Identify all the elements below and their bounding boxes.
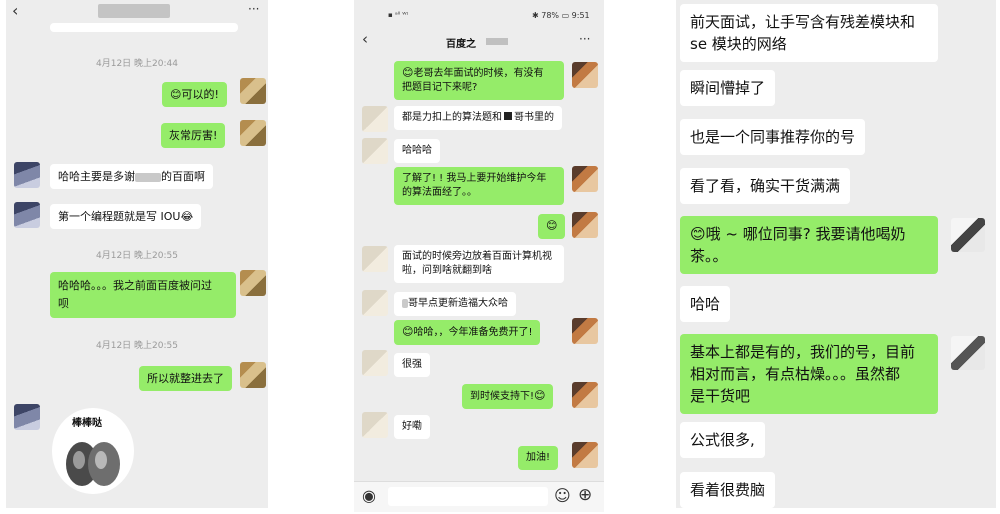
message-bubble: 第一个编程题就是写 IOU😂 — [50, 204, 202, 229]
avatar-contact[interactable] — [362, 246, 388, 272]
avatar-contact[interactable] — [14, 202, 40, 228]
message-bubble: 哈哈哈。。。我之前面百度被问过呗 — [50, 272, 236, 318]
avatar-self[interactable] — [240, 362, 266, 388]
timestamp: 4月12日 晚上20:44 — [96, 59, 178, 69]
avatar-contact[interactable] — [362, 138, 388, 164]
chat-header: ‹ ··· — [6, 0, 268, 22]
message-bubble: 基本上都是有的，我们的号，目前 相对而言，有点枯燥。。。虽然都 是干货吧 — [680, 334, 938, 414]
avatar-self[interactable] — [572, 212, 598, 238]
avatar-self[interactable] — [572, 382, 598, 408]
message-bubble: 哈哈哈 — [394, 139, 440, 163]
message-bubble: 哈哈 — [680, 286, 731, 322]
avatar-self[interactable] — [572, 318, 598, 344]
chat-screenshot-1: ‹ ··· 4月12日 晚上20:44 😊可以的! 灰常厉害! 哈哈主要是多谢的… — [6, 0, 268, 508]
chat-title-blurred — [98, 4, 170, 18]
avatar-contact[interactable] — [14, 404, 40, 430]
emoji-face-icon: 😊 — [402, 325, 414, 338]
timestamp: 4月12日 晚上20:55 — [96, 251, 178, 261]
message-bubble: 看了看，确实干货满满 — [680, 168, 851, 204]
avatar-self[interactable] — [240, 270, 266, 296]
avatar-contact[interactable] — [362, 290, 388, 316]
message-bubble: 公式很多, — [680, 422, 765, 458]
message-bubble: 好嘞 — [394, 415, 430, 439]
more-options-icon[interactable]: ··· — [579, 32, 590, 46]
avatar-contact[interactable] — [362, 106, 388, 132]
message-bubble: 看着很费脑 — [680, 472, 776, 508]
message-bubble: 也是一个同事推荐你的号 — [680, 119, 866, 155]
emoji-laugh-icon: 😂 — [180, 210, 194, 223]
voice-input-icon[interactable]: ◉ — [362, 486, 376, 505]
avatar-contact[interactable] — [362, 350, 388, 376]
emoji-face-icon: 😊 — [690, 225, 706, 243]
status-battery-time: ✱ 78% ▭ 9:51 — [532, 11, 590, 20]
message-bubble: 所以就整进去了 — [139, 366, 232, 391]
avatar-self[interactable] — [572, 442, 598, 468]
clipped-message — [50, 23, 238, 32]
avatar-self[interactable] — [240, 78, 266, 104]
message-bubble: 前天面试，让手写含有残差模块和 se 模块的网络 — [680, 4, 938, 62]
avatar-self[interactable] — [951, 218, 985, 252]
add-attachment-icon[interactable]: ⊕ — [578, 485, 592, 505]
avatar-self[interactable] — [572, 166, 598, 192]
avatar-contact[interactable] — [362, 412, 388, 438]
message-bubble: 到时候支持下!😊 — [462, 384, 554, 409]
message-input[interactable] — [388, 487, 548, 506]
emoji-face-icon: 😊 — [170, 88, 182, 101]
sticker-image[interactable]: 棒棒哒 — [52, 408, 134, 494]
timestamp: 4月12日 晚上20:55 — [96, 341, 178, 351]
emoji-face-icon: 😊 — [402, 66, 414, 79]
chat-header: ▪ ᵃˡˡ ᵂᶦ ✱ 78% ▭ 9:51 ‹ 百度之 ··· — [354, 0, 604, 56]
message-bubble: 😊可以的! — [162, 82, 227, 107]
input-bar: ◉ ☺ ⊕ — [354, 481, 604, 512]
avatar-self[interactable] — [572, 62, 598, 88]
redacted-text — [504, 112, 512, 120]
message-bubble: 哈哈主要是多谢 的百面啊 — [50, 164, 213, 189]
chat-screenshot-3: 前天面试，让手写含有残差模块和 se 模块的网络 瞬间懵掉了 也是一个同事推荐你的… — [676, 0, 996, 508]
message-bubble: 很强 — [394, 353, 430, 377]
thumbs-up-hands-icon — [66, 442, 120, 486]
back-arrow-icon[interactable]: ‹ — [362, 30, 368, 48]
message-bubble: 😊老哥去年面试的时候，有没有 把题目记下来呢? — [394, 61, 564, 100]
emoji-face-icon: 😊 — [534, 389, 546, 402]
message-bubble: 面试的时候旁边放着百面计算机视 啦，问到啥就翻到啥 — [394, 245, 564, 283]
message-bubble: 瞬间懵掉了 — [680, 70, 776, 106]
message-bubble: 灰常厉害! — [161, 123, 226, 148]
emoji-face-icon: 😊 — [546, 219, 558, 232]
message-bubble: 加油! — [518, 446, 559, 470]
message-bubble: 😊哦 ~ 哪位同事? 我要请他喝奶 茶。。 — [680, 216, 938, 274]
message-bubble: 哥早点更新造福大众哈 — [394, 292, 516, 316]
emoji-picker-icon[interactable]: ☺ — [554, 486, 571, 505]
avatar-self[interactable] — [951, 336, 985, 370]
avatar-self[interactable] — [240, 120, 266, 146]
status-signal: ▪ ᵃˡˡ ᵂᶦ — [388, 11, 409, 19]
redacted-text — [135, 172, 161, 182]
chat-screenshot-2: ▪ ᵃˡˡ ᵂᶦ ✱ 78% ▭ 9:51 ‹ 百度之 ··· 😊老哥去年面试的… — [354, 0, 604, 512]
message-bubble: 都是力扣上的算法题和 哥书里的 — [394, 106, 562, 130]
message-bubble: 了解了! ! 我马上要开始维护今年 的算法面经了。。 — [394, 167, 564, 205]
avatar-contact[interactable] — [14, 162, 40, 188]
chat-title: 百度之 — [446, 39, 476, 50]
back-arrow-icon[interactable]: ‹ — [12, 1, 18, 20]
redacted-title — [486, 38, 508, 45]
message-bubble: 😊哈哈，，今年准备免费开了! — [394, 320, 541, 345]
message-bubble: 😊 — [538, 214, 566, 239]
more-options-icon[interactable]: ··· — [248, 2, 259, 16]
